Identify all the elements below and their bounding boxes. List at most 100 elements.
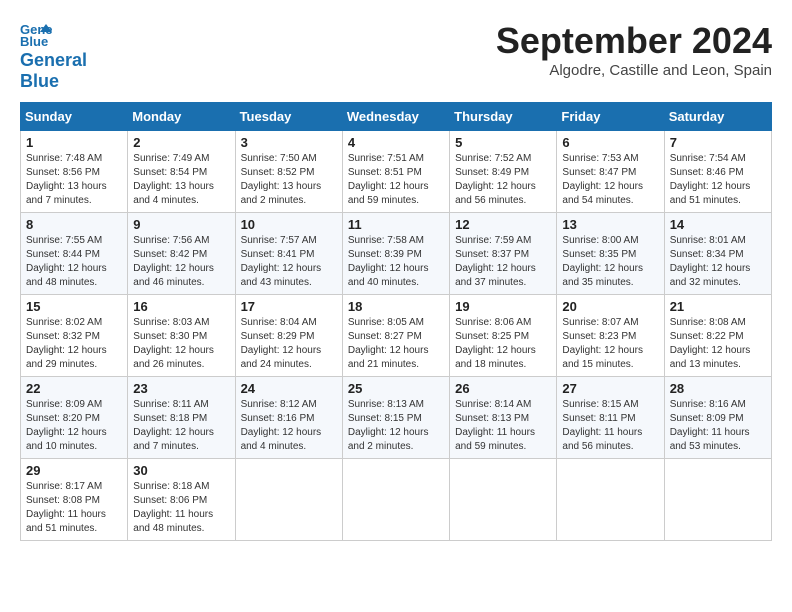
day-number: 16 — [133, 299, 229, 314]
month-title: September 2024 — [496, 20, 772, 62]
day-info: Sunrise: 8:17 AM Sunset: 8:08 PM Dayligh… — [26, 480, 122, 536]
day-info: Sunrise: 8:08 AM Sunset: 8:22 PM Dayligh… — [670, 316, 766, 372]
day-info: Sunrise: 8:07 AM Sunset: 8:23 PM Dayligh… — [562, 316, 658, 372]
day-number: 23 — [133, 381, 229, 396]
col-header-wednesday: Wednesday — [342, 103, 449, 131]
day-number: 19 — [455, 299, 551, 314]
calendar-cell: 26 Sunrise: 8:14 AM Sunset: 8:13 PM Dayli… — [450, 377, 557, 459]
calendar-cell: 18 Sunrise: 8:05 AM Sunset: 8:27 PM Dayli… — [342, 295, 449, 377]
calendar-cell: 17 Sunrise: 8:04 AM Sunset: 8:29 PM Dayli… — [235, 295, 342, 377]
day-info: Sunrise: 7:49 AM Sunset: 8:54 PM Dayligh… — [133, 152, 229, 208]
day-number: 12 — [455, 217, 551, 232]
calendar-cell: 6Sunrise: 7:53 AM Sunset: 8:47 PM Daylig… — [557, 131, 664, 213]
page-header: General Blue General Blue September 2024… — [20, 20, 772, 92]
calendar-cell: 15Sunrise: 8:02 AM Sunset: 8:32 PM Dayli… — [21, 295, 128, 377]
day-info: Sunrise: 7:50 AM Sunset: 8:52 PM Dayligh… — [241, 152, 337, 208]
day-number: 9 — [133, 217, 229, 232]
day-info: Sunrise: 7:56 AM Sunset: 8:42 PM Dayligh… — [133, 234, 229, 290]
calendar-cell: 28 Sunrise: 8:16 AM Sunset: 8:09 PM Dayli… — [664, 377, 771, 459]
day-info: Sunrise: 8:12 AM Sunset: 8:16 PM Dayligh… — [241, 398, 337, 454]
calendar-cell — [664, 459, 771, 541]
day-info: Sunrise: 7:48 AM Sunset: 8:56 PM Dayligh… — [26, 152, 122, 208]
calendar-cell: 20 Sunrise: 8:07 AM Sunset: 8:23 PM Dayli… — [557, 295, 664, 377]
day-number: 10 — [241, 217, 337, 232]
svg-text:Blue: Blue — [20, 34, 48, 48]
calendar-cell — [235, 459, 342, 541]
calendar-cell: 10 Sunrise: 7:57 AM Sunset: 8:41 PM Dayli… — [235, 213, 342, 295]
day-info: Sunrise: 8:04 AM Sunset: 8:29 PM Dayligh… — [241, 316, 337, 372]
calendar-cell: 13 Sunrise: 8:00 AM Sunset: 8:35 PM Dayli… — [557, 213, 664, 295]
day-number: 2 — [133, 135, 229, 150]
calendar-cell: 11 Sunrise: 7:58 AM Sunset: 8:39 PM Dayli… — [342, 213, 449, 295]
day-number: 8 — [26, 217, 122, 232]
day-info: Sunrise: 7:58 AM Sunset: 8:39 PM Dayligh… — [348, 234, 444, 290]
calendar-body: 1 Sunrise: 7:48 AM Sunset: 8:56 PM Daylig… — [21, 131, 772, 541]
calendar-cell: 14Sunrise: 8:01 AM Sunset: 8:34 PM Dayli… — [664, 213, 771, 295]
calendar-cell: 21 Sunrise: 8:08 AM Sunset: 8:22 PM Dayli… — [664, 295, 771, 377]
day-info: Sunrise: 7:57 AM Sunset: 8:41 PM Dayligh… — [241, 234, 337, 290]
calendar-cell: 4 Sunrise: 7:51 AM Sunset: 8:51 PM Daylig… — [342, 131, 449, 213]
day-info: Sunrise: 8:05 AM Sunset: 8:27 PM Dayligh… — [348, 316, 444, 372]
day-info: Sunrise: 8:06 AM Sunset: 8:25 PM Dayligh… — [455, 316, 551, 372]
day-number: 26 — [455, 381, 551, 396]
col-header-sunday: Sunday — [21, 103, 128, 131]
calendar-cell: 24 Sunrise: 8:12 AM Sunset: 8:16 PM Dayli… — [235, 377, 342, 459]
col-header-friday: Friday — [557, 103, 664, 131]
day-number: 15 — [26, 299, 122, 314]
day-number: 6 — [562, 135, 658, 150]
day-info: Sunrise: 8:13 AM Sunset: 8:15 PM Dayligh… — [348, 398, 444, 454]
day-info: Sunrise: 7:54 AM Sunset: 8:46 PM Dayligh… — [670, 152, 766, 208]
day-number: 28 — [670, 381, 766, 396]
calendar-cell — [342, 459, 449, 541]
day-info: Sunrise: 8:11 AM Sunset: 8:18 PM Dayligh… — [133, 398, 229, 454]
day-info: Sunrise: 8:03 AM Sunset: 8:30 PM Dayligh… — [133, 316, 229, 372]
day-info: Sunrise: 8:00 AM Sunset: 8:35 PM Dayligh… — [562, 234, 658, 290]
day-info: Sunrise: 7:55 AM Sunset: 8:44 PM Dayligh… — [26, 234, 122, 290]
day-number: 7 — [670, 135, 766, 150]
col-header-saturday: Saturday — [664, 103, 771, 131]
day-number: 24 — [241, 381, 337, 396]
title-section: September 2024 Algodre, Castille and Leo… — [496, 20, 772, 79]
day-number: 30 — [133, 463, 229, 478]
calendar-cell — [557, 459, 664, 541]
day-info: Sunrise: 8:16 AM Sunset: 8:09 PM Dayligh… — [670, 398, 766, 454]
calendar-cell — [450, 459, 557, 541]
day-number: 5 — [455, 135, 551, 150]
day-number: 3 — [241, 135, 337, 150]
day-number: 17 — [241, 299, 337, 314]
logo-general: General — [20, 50, 87, 70]
day-number: 22 — [26, 381, 122, 396]
day-number: 29 — [26, 463, 122, 478]
calendar-cell: 22Sunrise: 8:09 AM Sunset: 8:20 PM Dayli… — [21, 377, 128, 459]
day-number: 20 — [562, 299, 658, 314]
calendar-cell: 23 Sunrise: 8:11 AM Sunset: 8:18 PM Dayli… — [128, 377, 235, 459]
day-number: 18 — [348, 299, 444, 314]
logo-blue: Blue — [20, 71, 59, 91]
calendar-cell: 25Sunrise: 8:13 AM Sunset: 8:15 PM Dayli… — [342, 377, 449, 459]
calendar-cell: 12Sunrise: 7:59 AM Sunset: 8:37 PM Dayli… — [450, 213, 557, 295]
calendar-cell: 9 Sunrise: 7:56 AM Sunset: 8:42 PM Daylig… — [128, 213, 235, 295]
day-info: Sunrise: 7:52 AM Sunset: 8:49 PM Dayligh… — [455, 152, 551, 208]
calendar-cell: 29 Sunrise: 8:17 AM Sunset: 8:08 PM Dayli… — [21, 459, 128, 541]
day-number: 27 — [562, 381, 658, 396]
calendar-week-3: 22Sunrise: 8:09 AM Sunset: 8:20 PM Dayli… — [21, 377, 772, 459]
logo: General Blue General Blue — [20, 20, 87, 92]
day-info: Sunrise: 7:51 AM Sunset: 8:51 PM Dayligh… — [348, 152, 444, 208]
day-number: 21 — [670, 299, 766, 314]
day-number: 4 — [348, 135, 444, 150]
calendar-week-4: 29 Sunrise: 8:17 AM Sunset: 8:08 PM Dayli… — [21, 459, 772, 541]
day-number: 1 — [26, 135, 122, 150]
day-number: 13 — [562, 217, 658, 232]
calendar-cell: 2 Sunrise: 7:49 AM Sunset: 8:54 PM Daylig… — [128, 131, 235, 213]
calendar-cell: 16 Sunrise: 8:03 AM Sunset: 8:30 PM Dayli… — [128, 295, 235, 377]
calendar-table: SundayMondayTuesdayWednesdayThursdayFrid… — [20, 102, 772, 541]
day-info: Sunrise: 8:14 AM Sunset: 8:13 PM Dayligh… — [455, 398, 551, 454]
calendar-cell: 3 Sunrise: 7:50 AM Sunset: 8:52 PM Daylig… — [235, 131, 342, 213]
calendar-cell: 27 Sunrise: 8:15 AM Sunset: 8:11 PM Dayli… — [557, 377, 664, 459]
day-number: 11 — [348, 217, 444, 232]
col-header-tuesday: Tuesday — [235, 103, 342, 131]
logo-icon: General Blue — [20, 20, 52, 48]
day-info: Sunrise: 8:15 AM Sunset: 8:11 PM Dayligh… — [562, 398, 658, 454]
calendar-cell: 19 Sunrise: 8:06 AM Sunset: 8:25 PM Dayli… — [450, 295, 557, 377]
calendar-cell: 8 Sunrise: 7:55 AM Sunset: 8:44 PM Daylig… — [21, 213, 128, 295]
